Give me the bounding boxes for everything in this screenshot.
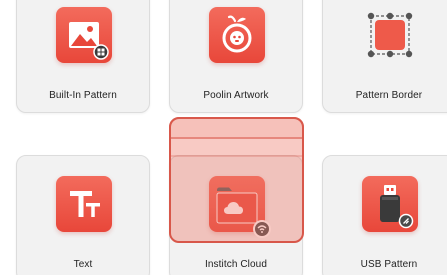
usb-drive-icon	[380, 185, 414, 229]
border-select-icon	[367, 12, 413, 58]
poolin-artwork-tile[interactable]: Poolin Artwork	[169, 0, 303, 113]
image-icon	[69, 22, 109, 60]
fruit-icon	[222, 15, 252, 53]
built-in-pattern-icon-box	[56, 7, 112, 63]
text-icon	[70, 191, 100, 217]
usb-pattern-icon-box	[362, 176, 418, 232]
text-icon-box	[56, 176, 112, 232]
pattern-border-icon-box	[362, 7, 418, 63]
pattern-source-grid: Built-In Pattern Poolin Artwork Pattern …	[0, 0, 447, 275]
built-in-pattern-tile[interactable]: Built-In Pattern	[16, 0, 150, 113]
drag-overlay-divider	[171, 155, 302, 157]
poolin-artwork-icon-box	[209, 7, 265, 63]
pattern-border-tile[interactable]: Pattern Border	[322, 0, 447, 113]
usb-pattern-label: USB Pattern	[360, 259, 418, 270]
text-tile[interactable]: Text	[16, 155, 150, 275]
text-label: Text	[73, 259, 93, 270]
pattern-border-label: Pattern Border	[355, 90, 423, 101]
institch-cloud-label: Institch Cloud	[205, 259, 267, 270]
built-in-pattern-label: Built-In Pattern	[49, 90, 117, 101]
poolin-artwork-label: Poolin Artwork	[203, 90, 269, 101]
drag-selection-overlay[interactable]	[169, 117, 304, 243]
usb-pattern-tile[interactable]: USB Pattern	[322, 155, 447, 275]
drag-overlay-header	[169, 117, 304, 139]
